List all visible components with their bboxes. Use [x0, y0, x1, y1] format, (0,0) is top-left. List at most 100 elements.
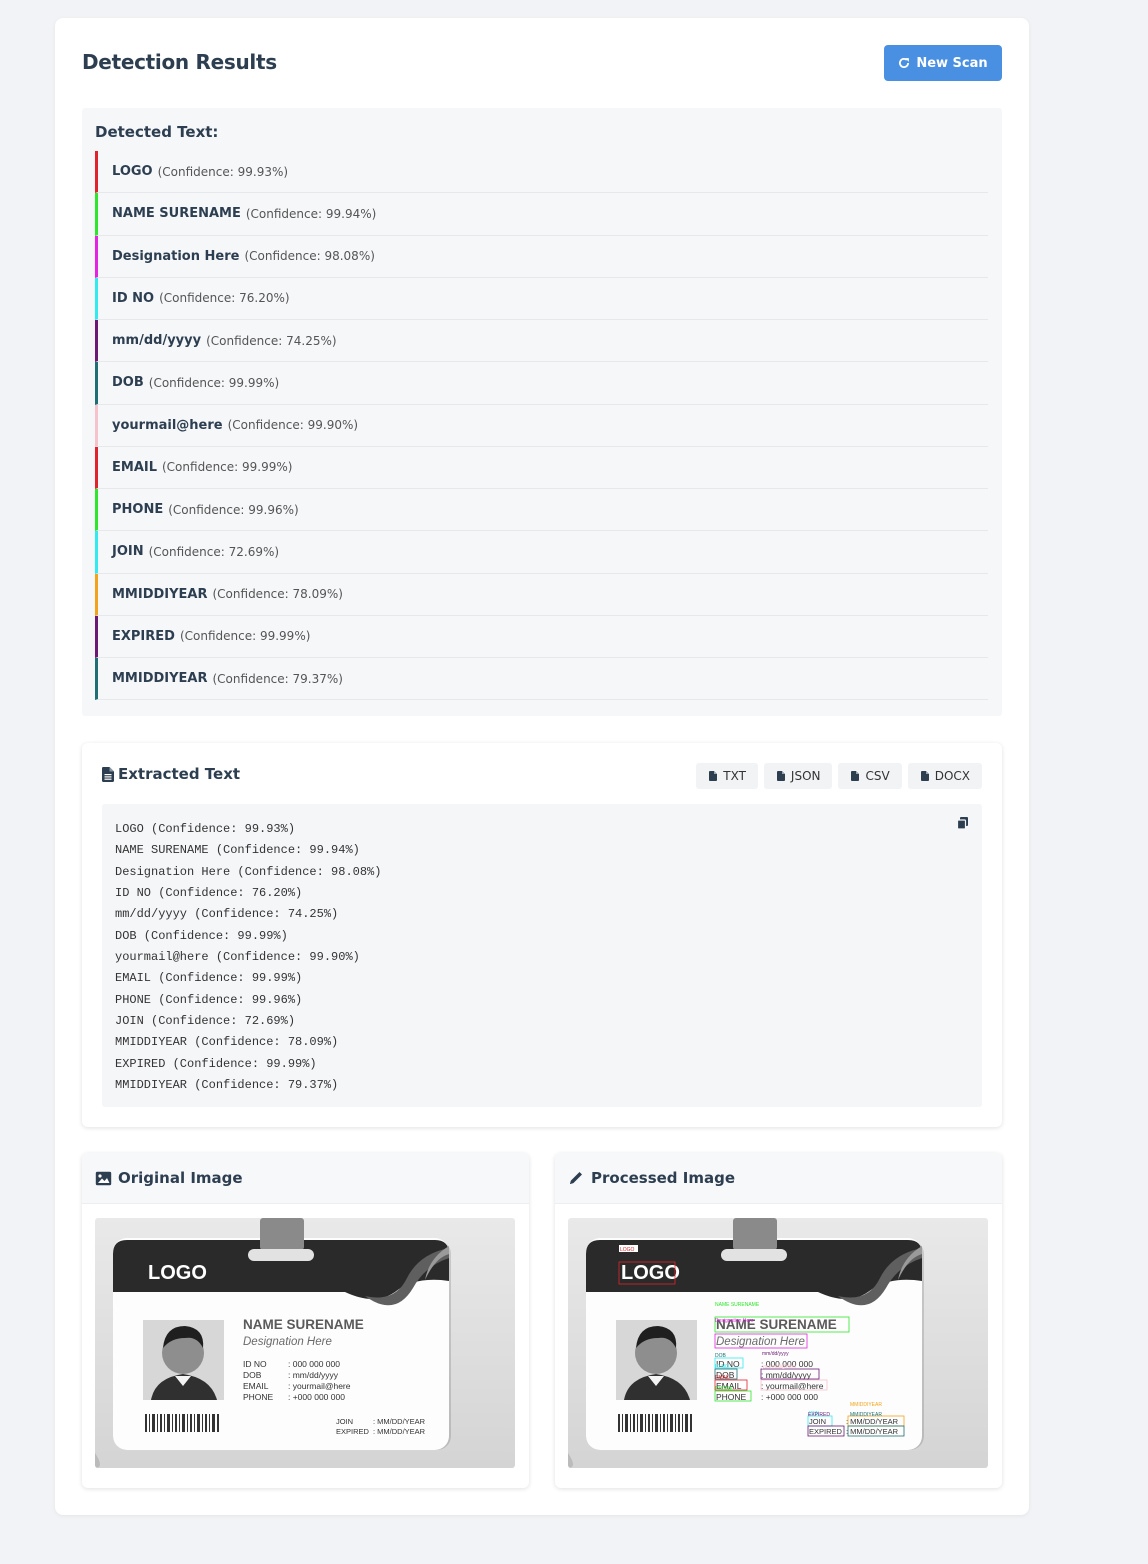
download-txt-button[interactable]: TXT — [696, 763, 758, 789]
det-tag-label: NAME SURENAME — [715, 1302, 760, 1308]
extracted-title-text: Extracted Text — [118, 765, 241, 783]
detected-item-text: NAME SURENAME — [112, 206, 241, 222]
card-field-value: : yourmail@here — [761, 1381, 824, 1391]
detected-item: yourmail@here (Confidence: 99.90%) — [95, 404, 988, 447]
original-image-header: Original Image — [82, 1153, 529, 1204]
card-field-value: : mm/dd/yyyy — [288, 1370, 339, 1380]
card-date-value: : MM/DD/YEAR — [373, 1427, 426, 1436]
new-scan-button[interactable]: New Scan — [884, 45, 1002, 81]
detected-item: JOIN (Confidence: 72.69%) — [95, 531, 988, 574]
detected-item-confidence: (Confidence: 99.90%) — [227, 418, 359, 433]
card-field-value: : 000 000 000 — [288, 1359, 340, 1369]
detected-item-confidence: (Confidence: 99.94%) — [245, 206, 377, 221]
extracted-line: DOB (Confidence: 99.99%) — [115, 928, 288, 943]
detected-list: LOGO (Confidence: 99.93%) NAME SURENAME (Co… — [95, 151, 988, 701]
detected-item-text: EXPIRED — [112, 628, 175, 644]
file-icon — [920, 771, 929, 781]
download-label: DOCX — [934, 769, 970, 783]
card-field-label: EMAIL — [243, 1381, 269, 1391]
download-json-button[interactable]: JSON — [763, 763, 833, 789]
card-date-value: : MM/DD/YEAR — [373, 1417, 426, 1426]
det-tag-label: Designation Here — [715, 1318, 754, 1324]
detected-item-text: DOB — [112, 375, 144, 391]
pencil-icon — [570, 1171, 582, 1184]
extracted-lines: LOGO (Confidence: 99.93%) NAME SURENAME (… — [115, 819, 381, 1096]
detected-item-confidence: (Confidence: 72.69%) — [148, 544, 280, 559]
det-tag-label: MMIDDIYEAR — [850, 1412, 882, 1418]
card-field-value: : +000 000 000 — [288, 1392, 345, 1402]
file-icon — [851, 771, 860, 781]
copy-icon[interactable] — [956, 816, 970, 830]
download-csv-button[interactable]: CSV — [838, 763, 902, 789]
detected-item: MMIDDIYEAR (Confidence: 79.37%) — [95, 658, 988, 701]
detected-item: EMAIL (Confidence: 99.99%) — [95, 446, 988, 489]
detected-item-confidence: (Confidence: 99.96%) — [168, 502, 299, 517]
detected-item-text: JOIN — [112, 544, 144, 560]
card-designation-text: Designation Here — [716, 1336, 805, 1348]
processed-image-header: Processed Image — [555, 1153, 1002, 1204]
card-field-value: : yourmail@here — [288, 1381, 351, 1391]
extracted-line: mm/dd/yyyy (Confidence: 74.25%) — [115, 907, 339, 922]
file-icon — [709, 771, 718, 781]
detected-item-text: Designation Here — [112, 248, 240, 264]
detected-item: ID NO (Confidence: 76.20%) — [95, 277, 988, 320]
extracted-line: EMAIL (Confidence: 99.99%) — [115, 971, 303, 986]
extracted-text-card: Extracted Text TXT JSON CSV DOCX LOGO (Conf… — [82, 743, 1002, 1127]
card-date-value: : MM/DD/YEAR — [846, 1427, 899, 1436]
det-tag-label: LOGO — [620, 1247, 635, 1253]
detected-item: LOGO (Confidence: 99.93%) — [95, 151, 988, 194]
card-field-value: : +000 000 000 — [761, 1392, 818, 1402]
original-image-card: Original Image LOGO NAME SURENAME Design… — [82, 1153, 529, 1488]
download-label: CSV — [865, 769, 890, 783]
detected-item-confidence: (Confidence: 79.37%) — [212, 671, 343, 686]
card-field-label: PHONE — [716, 1392, 747, 1402]
card-field-value: : mm/dd/yyyy — [761, 1370, 812, 1380]
results-card: Detection Results New Scan Detected Text… — [55, 18, 1029, 1515]
extracted-line: NAME SURENAME (Confidence: 99.94%) — [115, 843, 360, 858]
detected-item: Designation Here (Confidence: 98.08%) — [95, 235, 988, 278]
extracted-text-box: LOGO (Confidence: 99.93%) NAME SURENAME (… — [102, 804, 982, 1107]
detected-item: PHONE (Confidence: 99.96%) — [95, 489, 988, 532]
new-scan-label: New Scan — [916, 55, 988, 71]
download-buttons: TXT JSON CSV DOCX — [696, 763, 982, 789]
card-logo-text: LOGO — [148, 1262, 207, 1284]
detected-text-panel: Detected Text: LOGO (Confidence: 99.93%) N… — [82, 108, 1002, 716]
det-tag-label: yourmail@here — [762, 1364, 796, 1370]
detected-item-confidence: (Confidence: 99.99%) — [148, 375, 280, 390]
id-card-annotated-photo: LOGO NAME SURENAME Designation Here ID N… — [568, 1218, 988, 1468]
detected-item-text: MMIDDIYEAR — [112, 671, 208, 687]
original-image: LOGO NAME SURENAME Designation Here ID N… — [95, 1218, 515, 1468]
original-image-title: Original Image — [118, 1169, 243, 1187]
detected-item: NAME SURENAME (Confidence: 99.94%) — [95, 193, 988, 236]
det-tag-label: EXPIRED — [808, 1412, 830, 1418]
detected-item: EXPIRED (Confidence: 99.99%) — [95, 615, 988, 658]
file-icon — [776, 771, 785, 781]
card-date-label: JOIN — [809, 1417, 826, 1426]
detected-item-text: MMIDDIYEAR — [112, 586, 208, 602]
file-text-icon — [102, 766, 114, 782]
det-tag-label: EMAIL — [715, 1375, 730, 1381]
extracted-line: Designation Here (Confidence: 98.08%) — [115, 864, 382, 879]
extracted-line: LOGO (Confidence: 99.93%) — [115, 822, 296, 836]
det-tag-label: ID NO — [715, 1364, 729, 1370]
detected-item-confidence: (Confidence: 74.25%) — [206, 333, 337, 348]
detected-item-confidence: (Confidence: 99.99%) — [162, 460, 293, 475]
card-logo-text: LOGO — [621, 1262, 680, 1284]
download-docx-button[interactable]: DOCX — [907, 763, 982, 789]
extracted-line: ID NO (Confidence: 76.20%) — [115, 885, 303, 900]
download-label: TXT — [723, 769, 746, 783]
det-tag-label: mm/dd/yyyy — [762, 1351, 789, 1357]
processed-image: LOGO NAME SURENAME Designation Here ID N… — [568, 1218, 988, 1468]
extracted-line: PHONE (Confidence: 99.96%) — [115, 992, 303, 1007]
det-tag-label: PHONE — [715, 1386, 733, 1392]
processed-image-card: Processed Image LOGO NAME SURENAME Desig… — [555, 1153, 1002, 1488]
det-tag-label: MMIDDIYEAR — [850, 1402, 882, 1408]
detected-item-confidence: (Confidence: 98.08%) — [244, 249, 375, 264]
detected-item-text: EMAIL — [112, 459, 157, 475]
detected-item-confidence: (Confidence: 76.20%) — [159, 291, 290, 306]
page-title: Detection Results — [82, 50, 277, 74]
extracted-line: MMIDDIYEAR (Confidence: 79.37%) — [115, 1077, 339, 1092]
card-date-label: JOIN — [336, 1417, 353, 1426]
detected-item-text: LOGO — [112, 164, 153, 180]
id-card-photo: LOGO NAME SURENAME Designation Here ID N… — [95, 1218, 515, 1468]
